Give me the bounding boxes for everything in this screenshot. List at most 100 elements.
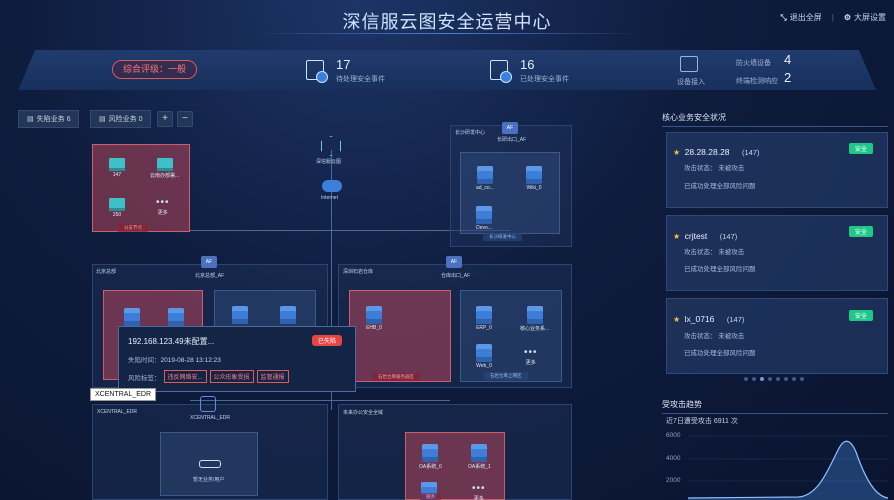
device-access-icon [680, 56, 698, 72]
pc-icon [109, 158, 125, 171]
firewall-icon: AF [502, 122, 518, 134]
firewall-count: 4 [784, 52, 792, 67]
handled-events-icon [490, 60, 512, 83]
risk-status: 已成功处理全部风险问题 [684, 266, 756, 273]
exit-label: 北京总部_AF [195, 273, 225, 279]
attack-status: 攻击状态： 未被攻击 [684, 249, 745, 256]
risk-tag[interactable]: 公众形象受损 [209, 370, 254, 383]
list-item[interactable]: ERP_0 [476, 306, 492, 331]
trend-subtitle: 近7日遭受攻击 6911 次 [666, 418, 738, 425]
server-icon [476, 206, 492, 224]
list-item[interactable]: Web_0 [476, 344, 492, 369]
pager-dot[interactable] [752, 377, 756, 381]
risk-business-button[interactable]: ▤ 风险业务 0 [90, 110, 152, 128]
page-title: 深信服云图安全运营中心 [342, 12, 552, 32]
hover-tooltip: XCENTRAL_EDR [90, 388, 157, 401]
handled-events-count: 16 [520, 57, 535, 72]
zoom-out-button[interactable]: − [177, 111, 193, 127]
risk-status: 已成功处理全部风险问题 [684, 350, 756, 357]
server-icon [366, 306, 382, 324]
internet-label: Internet [321, 195, 338, 201]
list-item[interactable]: 云南办部署... [150, 158, 179, 179]
status-badge: 已失陷 [312, 335, 343, 346]
device-access-label: 设备接入 [677, 79, 705, 86]
server-icon [476, 344, 492, 362]
list-item[interactable]: Wiki_0 [526, 166, 542, 191]
risk-tag[interactable]: 监管通报 [256, 370, 289, 383]
handled-events-label: 已处理安全事件 [520, 76, 569, 83]
pc-icon [156, 158, 173, 171]
endpoint-count: 2 [784, 70, 792, 85]
title-divider [250, 33, 644, 34]
pending-events-label: 待处理安全事件 [336, 76, 385, 83]
server-zone[interactable] [460, 152, 560, 234]
carousel-pager[interactable] [744, 377, 804, 381]
pager-dot[interactable] [800, 377, 804, 381]
pager-dot[interactable] [744, 377, 748, 381]
server-icon[interactable] [124, 308, 140, 326]
list-item[interactable]: Devo... [476, 206, 492, 231]
edr-shield-icon [200, 396, 216, 412]
server-icon [476, 166, 493, 184]
group-label: XCENTRAL_EDR [97, 409, 138, 415]
internet-cloud-icon[interactable] [322, 180, 342, 192]
more-item[interactable]: ••• 更多 [524, 347, 538, 367]
core-section-title: 核心业务安全状况 [662, 112, 888, 127]
list-item[interactable]: OA系统_0 [419, 444, 442, 470]
exit-label: 长研出口_AF [497, 137, 527, 143]
header-actions: ⤡ 退出全屏 | ⚙ 大屏设置 [780, 12, 886, 23]
pager-dot[interactable] [776, 377, 780, 381]
fullscreen-icon: ⤡ [780, 12, 787, 22]
more-icon: ••• [472, 483, 486, 494]
group-label: 长沙研发中心 [455, 130, 486, 136]
group-label: 北京总部 [96, 269, 117, 275]
server-icon [476, 306, 492, 324]
exit-fullscreen-button[interactable]: ⤡ 退出全屏 [780, 12, 821, 23]
more-icon: ••• [524, 347, 538, 358]
pager-dot[interactable] [760, 377, 764, 381]
lost-business-button[interactable]: ▤ 失陷业务 6 [18, 110, 80, 128]
trend-section-title: 受攻击趋势 [662, 399, 888, 414]
firewall-icon: AF [201, 256, 217, 268]
lost-time-row: 失陷时间：2019-08-28 13:12:23 [128, 357, 221, 364]
card-title: ★ 28.28.28.28 (147) [673, 147, 760, 157]
edr-sub-label: 暂无业务/用户 [193, 477, 225, 483]
pager-dot[interactable] [768, 377, 772, 381]
more-item[interactable]: ••• 更多 [156, 197, 170, 217]
pending-events-icon [306, 60, 328, 83]
pager-dot[interactable] [792, 377, 796, 381]
trend-chart [688, 435, 888, 500]
card-title: ★ lx_0716 (147) [673, 314, 745, 324]
connector-line [190, 400, 450, 401]
cloud-center-label: 深信服云图 [316, 159, 342, 165]
server-zone[interactable] [349, 290, 451, 382]
list-item[interactable]: 核心业务系... [520, 306, 549, 332]
list-item[interactable]: EHB_0 [366, 306, 382, 331]
server-icon[interactable] [232, 306, 248, 324]
risk-tag[interactable]: 违反网络安... [163, 370, 207, 383]
gear-icon: ⚙ [843, 13, 851, 22]
list-item[interactable]: 250 [109, 198, 125, 218]
star-icon: ★ [673, 232, 681, 241]
more-icon: ••• [156, 197, 170, 208]
firewall-icon: AF [446, 256, 462, 268]
server-icon [471, 444, 488, 462]
server-icon[interactable] [168, 308, 184, 326]
more-item[interactable]: ••• 更多 [472, 484, 486, 500]
safe-badge: 安全 [849, 226, 874, 237]
group-label: 深圳石岩仓库 [343, 269, 374, 275]
server-icon[interactable] [280, 306, 296, 324]
screen-settings-button[interactable]: ⚙ 大屏设置 [844, 12, 886, 23]
card-title: ★ crjtest (147) [673, 231, 738, 241]
zone-caption: 服务 [420, 493, 441, 500]
list-item[interactable]: OA系统_1 [468, 444, 491, 470]
group-label: 未来办公安全全域 [343, 410, 384, 416]
pc-icon [109, 198, 125, 211]
server-icon [526, 306, 543, 324]
list-item[interactable]: 147 [109, 158, 125, 178]
zoom-in-button[interactable]: + [157, 111, 173, 127]
pager-dot[interactable] [784, 377, 788, 381]
safe-badge: 安全 [849, 143, 874, 154]
zone-caption: 长沙研发中心 [483, 233, 522, 241]
list-item[interactable]: ad_co... [476, 166, 494, 191]
